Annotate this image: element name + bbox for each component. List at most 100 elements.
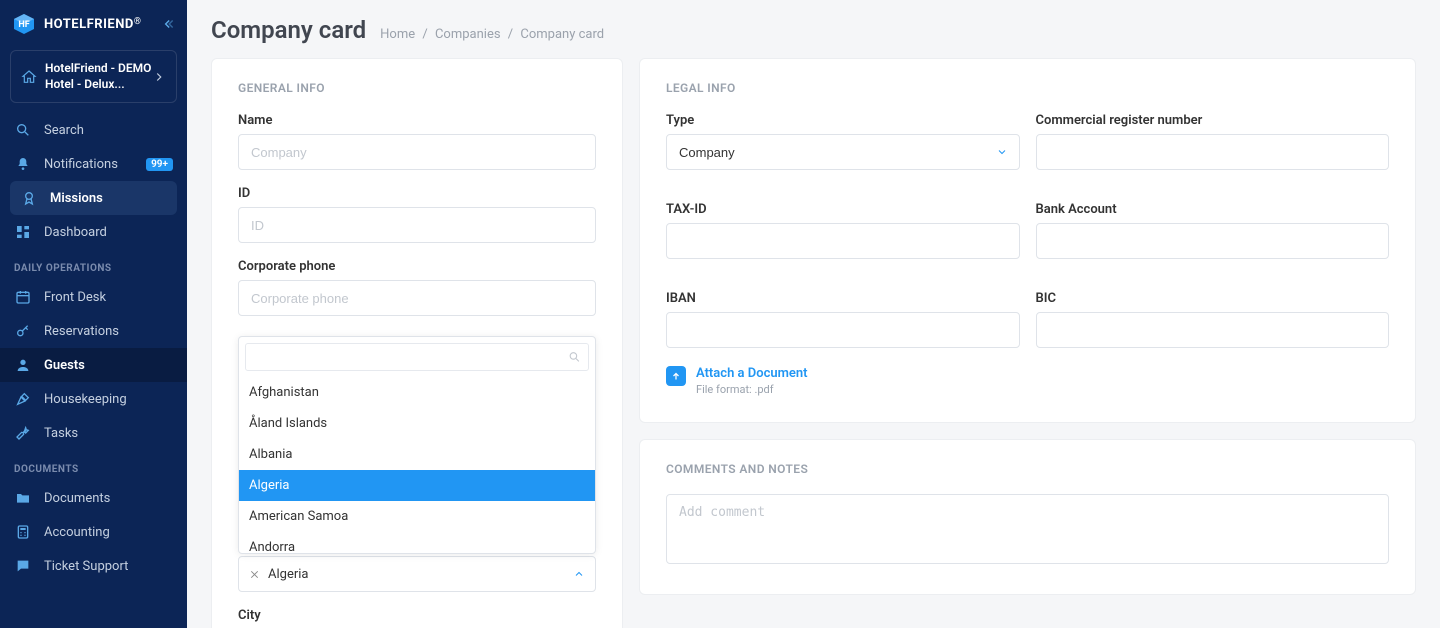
- sidebar-item-label: Accounting: [44, 525, 110, 540]
- iban-label: IBAN: [666, 291, 1020, 306]
- sidebar-item-label: Guests: [44, 358, 85, 373]
- breadcrumb-current: Company card: [520, 27, 604, 42]
- country-option[interactable]: Åland Islands: [239, 408, 595, 439]
- sidebar-item-guests[interactable]: Guests: [0, 348, 187, 382]
- sidebar-item-label: Housekeeping: [44, 392, 127, 407]
- sidebar-scroll: HF HOTELFRIEND® HotelFriend - DEMO Hotel…: [0, 0, 187, 628]
- breadcrumb-home[interactable]: Home: [380, 27, 415, 42]
- attach-title: Attach a Document: [696, 366, 808, 381]
- country-option[interactable]: American Samoa: [239, 501, 595, 532]
- type-select[interactable]: [666, 134, 1020, 170]
- calendar-icon: [14, 289, 32, 305]
- attach-sub: File format: .pdf: [696, 383, 808, 396]
- search-icon: [14, 122, 32, 138]
- page-title: Company card: [211, 16, 366, 44]
- sidebar-item-housekeeping[interactable]: Housekeeping: [0, 382, 187, 416]
- breadcrumb: Home / Companies / Company card: [380, 27, 604, 42]
- sidebar-item-ticket_support[interactable]: Ticket Support: [0, 549, 187, 583]
- sidebar-item-label: Tasks: [44, 426, 78, 441]
- tax-input[interactable]: [666, 223, 1020, 259]
- sidebar-item-missions[interactable]: Missions: [10, 181, 177, 215]
- sidebar-item-label: Reservations: [44, 324, 119, 339]
- country-dropdown-list[interactable]: AfghanistanÅland IslandsAlbaniaAlgeriaAm…: [239, 377, 595, 553]
- country-option[interactable]: Andorra: [239, 532, 595, 553]
- sidebar-item-dashboard[interactable]: Dashboard: [0, 215, 187, 249]
- house-icon: [21, 69, 37, 85]
- sidebar-item-label: Notifications: [44, 157, 118, 172]
- chevron-right-icon: [152, 70, 166, 84]
- notifications-badge: 99+: [146, 158, 173, 171]
- sidebar-item-documents[interactable]: Documents: [0, 481, 187, 515]
- sidebar-item-label: Ticket Support: [44, 559, 128, 574]
- general-info-title: GENERAL INFO: [238, 81, 596, 95]
- page-head: Company card Home / Companies / Company …: [211, 16, 1416, 44]
- general-info-card: GENERAL INFO Name ID Corporate phone: [211, 58, 623, 628]
- name-input[interactable]: [238, 134, 596, 170]
- clear-selection-button[interactable]: [249, 569, 260, 580]
- chevron-up-icon: [573, 568, 585, 580]
- bank-input[interactable]: [1036, 223, 1390, 259]
- type-label: Type: [666, 113, 1020, 128]
- dashboard-icon: [14, 224, 32, 240]
- country-select: AfghanistanÅland IslandsAlbaniaAlgeriaAm…: [238, 556, 596, 592]
- sidebar-item-label: Documents: [44, 491, 110, 506]
- main-content: Company card Home / Companies / Company …: [187, 0, 1440, 628]
- country-dropdown: AfghanistanÅland IslandsAlbaniaAlgeriaAm…: [238, 336, 596, 554]
- country-option[interactable]: Afghanistan: [239, 377, 595, 408]
- bic-input[interactable]: [1036, 312, 1390, 348]
- chat-icon: [14, 558, 32, 574]
- wrench-icon: [14, 425, 32, 441]
- sidebar-item-label: Search: [44, 123, 84, 138]
- section-documents: DOCUMENTS: [0, 450, 187, 481]
- sidebar-collapse-button[interactable]: [161, 17, 175, 31]
- guest-icon: [14, 357, 32, 373]
- comment-input[interactable]: [666, 494, 1389, 564]
- tax-label: TAX-ID: [666, 202, 1020, 217]
- broom-icon: [14, 391, 32, 407]
- bell-icon: [14, 156, 32, 172]
- breadcrumb-companies[interactable]: Companies: [435, 27, 501, 42]
- comments-title: COMMENTS AND NOTES: [666, 462, 1389, 476]
- phone-input[interactable]: [238, 280, 596, 316]
- svg-text:HF: HF: [18, 20, 29, 30]
- calc-icon: [14, 524, 32, 540]
- badge-icon: [20, 190, 38, 206]
- sidebar: HF HOTELFRIEND® HotelFriend - DEMO Hotel…: [0, 0, 187, 628]
- country-option[interactable]: Algeria: [239, 470, 595, 501]
- bic-label: BIC: [1036, 291, 1390, 306]
- city-label: City: [238, 608, 596, 623]
- iban-input[interactable]: [666, 312, 1020, 348]
- key-icon: [14, 323, 32, 339]
- country-search-input[interactable]: [245, 343, 589, 371]
- logo-cube-icon: HF: [12, 12, 36, 36]
- sidebar-item-accounting[interactable]: Accounting: [0, 515, 187, 549]
- id-label: ID: [238, 186, 596, 201]
- sidebar-item-front_desk[interactable]: Front Desk: [0, 280, 187, 314]
- legal-info-title: LEGAL INFO: [666, 81, 1389, 95]
- sidebar-item-label: Missions: [50, 191, 103, 206]
- country-display[interactable]: Algeria: [238, 556, 596, 592]
- sidebar-item-search[interactable]: Search: [0, 113, 187, 147]
- comments-card: COMMENTS AND NOTES: [639, 439, 1416, 595]
- sidebar-item-tasks[interactable]: Tasks: [0, 416, 187, 450]
- hotel-picker-label: HotelFriend - DEMO Hotel - Delux...: [45, 61, 152, 92]
- attach-document[interactable]: Attach a Document File format: .pdf: [666, 366, 1389, 396]
- country-selected-value: Algeria: [268, 567, 308, 582]
- crn-input[interactable]: [1036, 134, 1390, 170]
- sidebar-item-label: Front Desk: [44, 290, 106, 305]
- phone-label: Corporate phone: [238, 259, 596, 274]
- hotel-picker[interactable]: HotelFriend - DEMO Hotel - Delux...: [10, 50, 177, 103]
- country-dropdown-search-wrap: [239, 337, 595, 377]
- upload-icon: [666, 366, 686, 386]
- id-input[interactable]: [238, 207, 596, 243]
- sidebar-item-label: Dashboard: [44, 225, 107, 240]
- sidebar-item-reservations[interactable]: Reservations: [0, 314, 187, 348]
- logo-text: HOTELFRIEND®: [44, 17, 141, 32]
- folder-icon: [14, 490, 32, 506]
- name-label: Name: [238, 113, 596, 128]
- search-icon: [568, 351, 581, 364]
- logo-row: HF HOTELFRIEND®: [0, 0, 187, 46]
- country-option[interactable]: Albania: [239, 439, 595, 470]
- sidebar-item-notifications[interactable]: Notifications 99+: [0, 147, 187, 181]
- bank-label: Bank Account: [1036, 202, 1390, 217]
